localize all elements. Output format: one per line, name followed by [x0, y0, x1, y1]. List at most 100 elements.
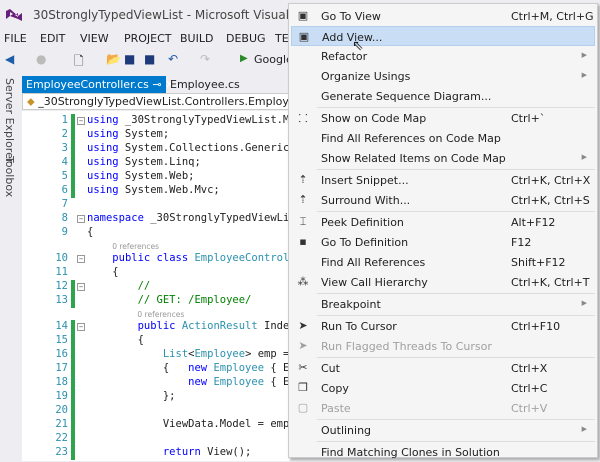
tab-employee[interactable]: Employee.cs	[170, 78, 240, 91]
code-line[interactable]: 9{	[22, 226, 290, 240]
run-cursor-icon: ➤	[298, 339, 308, 352]
code-line[interactable]: 10 − public class EmployeeControll	[22, 252, 290, 266]
toolbox-tab[interactable]: Toolbox	[3, 156, 16, 197]
line-number: 7	[61, 198, 68, 210]
code-line[interactable]: 18 new Employee { Em	[22, 376, 290, 390]
collapse-icon[interactable]: −	[77, 255, 85, 263]
code-token: ActionResult	[181, 320, 258, 332]
menu-item-insert-snippet[interactable]: ⇡ Insert Snippet... Ctrl+K, Ctrl+X	[291, 170, 595, 190]
save-all-icon[interactable]: ■	[144, 52, 155, 66]
code-token: new	[188, 362, 208, 374]
undo-icon[interactable]: ↶	[168, 52, 178, 66]
tab-label: EmployeeController.cs	[26, 78, 149, 91]
menu-edit[interactable]: EDIT	[40, 32, 65, 45]
menu-te[interactable]: TE	[275, 32, 289, 45]
goto-definition-icon: ▪	[299, 235, 307, 248]
menu-item-refactor[interactable]: Refactor ▶	[291, 46, 595, 66]
code-text: using System.Web;	[87, 170, 194, 182]
code-line[interactable]: 3 using System.Collections.Generic;	[22, 142, 290, 156]
code-line[interactable]: 15 {	[22, 334, 290, 348]
menu-item-run-flagged-threads-to-cursor[interactable]: ➤ Run Flagged Threads To Cursor	[291, 336, 595, 356]
pin-icon[interactable]: ⊸	[152, 78, 161, 91]
menu-item-generate-sequence-diagram[interactable]: Generate Sequence Diagram...	[291, 86, 595, 106]
new-project-icon[interactable]: 🗋	[74, 52, 84, 73]
code-line[interactable]: 4 using System.Linq;	[22, 156, 290, 170]
forward-icon[interactable]: ●	[36, 52, 46, 66]
line-number: 2	[61, 128, 68, 140]
code-line[interactable]: 5 using System.Web;	[22, 170, 290, 184]
menu-item-find-all-references-on-code-map[interactable]: Find All References on Code Map	[291, 128, 595, 148]
code-text: using _30StronglyTypedViewList.Mo	[87, 114, 290, 126]
run-icon[interactable]: ▶	[240, 53, 248, 64]
navigation-bar[interactable]: ⬥ _30StronglyTypedViewList.Controllers.E…	[22, 93, 302, 110]
menu-item-surround-with[interactable]: ⇡ Surround With... Ctrl+K, Ctrl+S	[291, 190, 595, 210]
save-icon[interactable]: ■	[124, 52, 135, 66]
menu-item-find-all-references[interactable]: Find All References Shift+F12	[291, 252, 595, 272]
code-line[interactable]: 22	[22, 432, 290, 446]
menu-item-go-to-definition[interactable]: ▪ Go To Definition F12	[291, 232, 595, 252]
change-indicator	[71, 362, 75, 376]
menu-file[interactable]: FILE	[4, 32, 27, 45]
line-number: 17	[55, 362, 68, 374]
code-line[interactable]: 16 List<Employee> emp =	[22, 348, 290, 362]
menu-item-find-matching-clones-in-solution[interactable]: Find Matching Clones in Solution	[291, 442, 595, 462]
menu-debug[interactable]: DEBUG	[226, 32, 266, 45]
code-line[interactable]: 2 using System;	[22, 128, 290, 142]
server-explorer-tab[interactable]: Server Explorer	[3, 78, 16, 163]
menu-item-outlining[interactable]: Outlining ▶	[291, 420, 595, 440]
peek-icon: ⌶	[299, 215, 307, 228]
references-count[interactable]: 0 references	[112, 242, 159, 251]
menu-item-organize-usings[interactable]: Organize Usings ▶	[291, 66, 595, 86]
collapse-icon[interactable]: −	[77, 283, 85, 291]
code-token: Employee	[213, 376, 265, 388]
code-token: {	[87, 334, 144, 346]
code-line[interactable]: 7	[22, 198, 290, 212]
references-count[interactable]: 0 references	[137, 310, 184, 319]
line-number: 13	[55, 294, 68, 306]
menu-item-peek-definition[interactable]: ⌶ Peek Definition Alt+F12	[291, 212, 595, 232]
code-line[interactable]: 14 − public ActionResult Index	[22, 320, 290, 334]
menu-item-cut[interactable]: ✂ Cut Ctrl+X	[291, 358, 595, 378]
code-line[interactable]: 20	[22, 404, 290, 418]
collapse-icon[interactable]: −	[77, 323, 85, 331]
code-editor[interactable]: 1− using _30StronglyTypedViewList.Mo 2 usin…	[22, 111, 290, 461]
menu-item-add-view[interactable]: ▣ Add View...	[291, 26, 595, 46]
menu-item-shortcut: Alt+F12	[511, 216, 556, 229]
code-line[interactable]: 1 − using _30StronglyTypedViewList.Mo	[22, 114, 290, 128]
code-lens-references[interactable]: 0 references	[22, 308, 290, 320]
code-token: Employee	[194, 348, 246, 360]
code-line[interactable]: 23 return View();	[22, 446, 290, 460]
menu-item-copy[interactable]: ❐ Copy Ctrl+C	[291, 378, 595, 398]
code-line[interactable]: 21 ViewData.Model = emp;	[22, 418, 290, 432]
code-line[interactable]: 19 };	[22, 390, 290, 404]
menu-item-go-to-view[interactable]: ▣ Go To View Ctrl+M, Ctrl+G	[291, 6, 595, 26]
redo-icon[interactable]: ↷	[200, 52, 210, 66]
code-lens-references[interactable]: 0 references	[22, 240, 290, 252]
tab-employee-controller[interactable]: EmployeeController.cs ⊸ ✕	[22, 76, 174, 93]
code-line[interactable]: 17 { new Employee { Em	[22, 362, 290, 376]
code-line[interactable]: 6 using System.Web.Mvc;	[22, 184, 290, 198]
menu-item-show-related-items-on-code-map[interactable]: Show Related Items on Code Map ▶	[291, 148, 595, 168]
menu-view[interactable]: VIEW	[80, 32, 109, 45]
menu-item-run-to-cursor[interactable]: ➤ Run To Cursor Ctrl+F10	[291, 316, 595, 336]
menu-item-paste[interactable]: ▢ Paste Ctrl+V	[291, 398, 595, 418]
snippet-icon: ⇡	[298, 173, 308, 186]
line-number: 3	[61, 142, 68, 154]
menu-project[interactable]: PROJECT	[124, 32, 172, 45]
menu-item-view-call-hierarchy[interactable]: ⁂ View Call Hierarchy Ctrl+K, Ctrl+T	[291, 272, 595, 292]
collapse-icon[interactable]: −	[77, 117, 85, 125]
line-number: 16	[55, 348, 68, 360]
collapse-icon[interactable]: −	[77, 215, 85, 223]
run-target[interactable]: Google	[254, 53, 293, 66]
menu-build[interactable]: BUILD	[180, 32, 213, 45]
menu-item-show-on-code-map[interactable]: ⸬ Show on Code Map Ctrl+`	[291, 108, 595, 128]
open-icon[interactable]: 📂	[106, 52, 121, 66]
menu-item-breakpoint[interactable]: Breakpoint ▶	[291, 294, 595, 314]
code-line[interactable]: 13 // GET: /Employee/	[22, 294, 290, 308]
code-line[interactable]: 12 − //	[22, 280, 290, 294]
code-line[interactable]: 11 {	[22, 266, 290, 280]
code-line[interactable]: 8 − namespace _30StronglyTypedViewList	[22, 212, 290, 226]
code-token: System;	[118, 128, 170, 140]
back-icon[interactable]: ◀	[5, 52, 14, 66]
menu-item-shortcut: Ctrl+`	[511, 112, 546, 125]
